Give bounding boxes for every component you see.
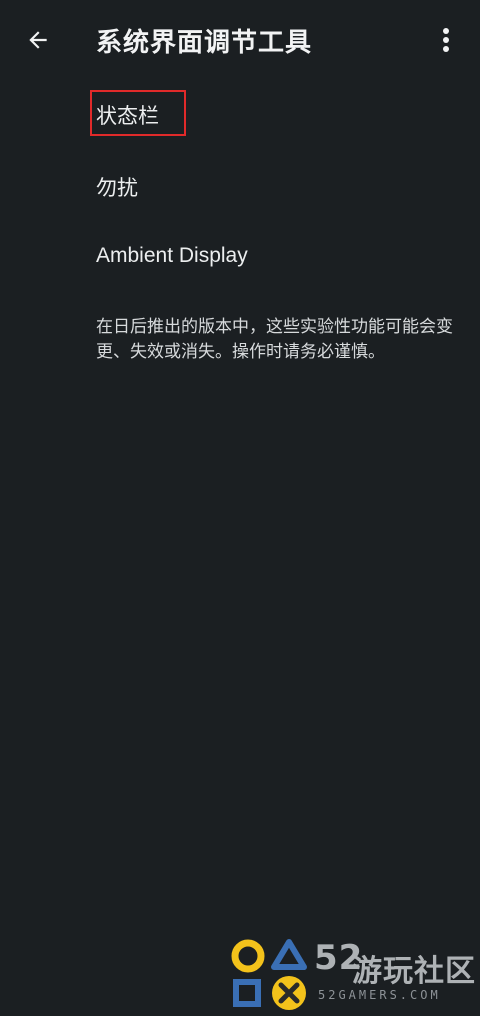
more-options-button[interactable] [426,20,466,60]
more-vert-icon [443,28,449,52]
watermark-name: 游玩社区 [352,955,476,988]
menu-item-ambient-display[interactable]: Ambient Display [0,220,480,290]
back-button[interactable] [16,20,60,60]
menu-item-label: 状态栏 [96,105,159,128]
watermark-logo-icon [231,939,307,1010]
menu-item-do-not-disturb[interactable]: 勿扰 [0,150,480,220]
page-title: 系统界面调节工具 [96,27,313,57]
menu-item-label: 勿扰 [96,177,138,200]
arrow-back-icon [29,31,47,49]
menu-item-status-bar[interactable]: 状态栏 [0,80,480,150]
menu-item-label: Ambient Display [96,244,248,267]
watermark-url: 52GAMERS.COM [318,988,441,1002]
watermark: 52 游玩社区 52GAMERS.COM [230,936,480,1014]
experimental-warning-text: 在日后推出的版本中，这些实验性功能可能会变更、失效或消失。操作时请务必谨慎。 [96,317,453,361]
app-bar: 系统界面调节工具 [0,0,480,80]
